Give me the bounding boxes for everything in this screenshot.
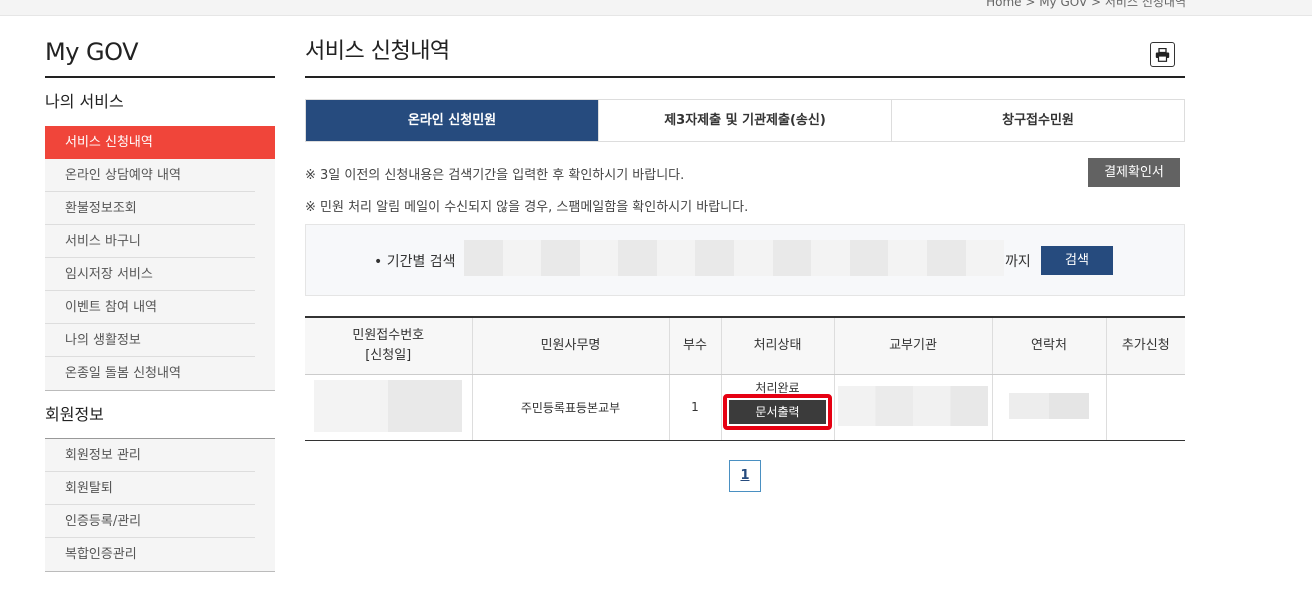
cell-copies: 1 [669,374,722,441]
col-copies: 부수 [669,317,722,375]
page-title: 서비스 신청내역 [305,39,450,64]
search-button[interactable]: 검색 [1041,246,1113,275]
sidebar-item-service-history[interactable]: 서비스 신청내역 [45,126,275,159]
breadcrumb: Home > My GOV > 서비스 신청내역 [986,0,1186,9]
printer-icon [1155,47,1170,62]
period-search-label: • 기간별 검색 [374,254,456,270]
sidebar-menu-member: 회원정보 관리 회원탈퇴 인증등록/관리 복합인증관리 [45,439,275,572]
sidebar-section-my-services: 나의 서비스 [45,92,124,111]
sidebar-item-multi-auth[interactable]: 복합인증관리 [45,538,255,571]
status-text: 처리완료 [755,380,800,395]
highlight-box: 문서출력 [723,393,832,430]
table-row: 주민등록표등본교부 1 처리완료 문서출력 [305,374,1185,441]
pagination-page-1[interactable]: 1 [729,460,761,492]
page-header: 서비스 신청내역 [305,34,1185,78]
col-service-name: 민원사무명 [472,317,670,375]
sidebar-item-allday-care[interactable]: 온종일 돌봄 신청내역 [45,357,255,390]
sidebar: My GOV 나의 서비스 서비스 신청내역 온라인 상담예약 내역 환불정보조… [45,34,275,572]
sidebar-title: My GOV [45,34,275,78]
cell-service-name: 주민등록표등본교부 [472,374,670,441]
col-status: 처리상태 [721,317,835,375]
sidebar-section-member-info: 회원정보 [45,391,275,439]
col-issuing-agency: 교부기관 [834,317,993,375]
sidebar-item-refund-info[interactable]: 환불정보조회 [45,192,255,225]
period-search-box: • 기간별 검색 까지 검색 [305,224,1185,296]
cell-contact-redacted [992,374,1107,441]
payment-confirmation-button[interactable]: 결제확인서 [1088,158,1180,187]
print-document-button[interactable]: 문서출력 [729,399,826,424]
col-contact: 연락처 [992,317,1107,375]
sidebar-item-temp-saved[interactable]: 임시저장 서비스 [45,258,255,291]
notice-search-period: ※ 3일 이전의 신청내용은 검색기간을 입력한 후 확인하시기 바랍니다. [305,168,685,183]
sidebar-item-withdraw[interactable]: 회원탈퇴 [45,472,255,505]
tab-online-application[interactable]: 온라인 신청민원 [306,100,598,141]
notice-spam-mail: ※ 민원 처리 알림 메일이 수신되지 않을 경우, 스팸메일함을 확인하시기 … [305,200,749,215]
date-range-inputs-redacted[interactable] [464,240,1005,276]
sidebar-item-event-history[interactable]: 이벤트 참여 내역 [45,291,255,324]
tab-bar: 온라인 신청민원 제3자제출 및 기관제출(송신) 창구접수민원 [305,99,1185,142]
cell-receipt-number-redacted [305,374,473,441]
sidebar-item-consult-reservation[interactable]: 온라인 상담예약 내역 [45,159,255,192]
col-receipt-number: 민원접수번호 [신청일] [305,317,473,375]
main-content: 서비스 신청내역 온라인 신청민원 제3자제출 및 기관제출(송신) 창구접수민… [305,34,1185,492]
cell-status: 처리완료 문서출력 [721,374,835,441]
top-utility-bar: Home > My GOV > 서비스 신청내역 [0,0,1312,16]
sidebar-item-life-info[interactable]: 나의 생활정보 [45,324,255,357]
cell-additional-request [1106,374,1185,441]
until-label: 까지 [1005,254,1031,270]
tab-third-party-submission[interactable]: 제3자제출 및 기관제출(송신) [598,100,891,141]
sidebar-item-cert-manage[interactable]: 인증등록/관리 [45,505,255,538]
print-button[interactable] [1150,42,1175,67]
sidebar-menu-services: 서비스 신청내역 온라인 상담예약 내역 환불정보조회 서비스 바구니 임시저장… [45,126,275,391]
sidebar-item-member-manage[interactable]: 회원정보 관리 [45,439,255,472]
col-additional-request: 추가신청 [1106,317,1185,375]
sidebar-item-service-basket[interactable]: 서비스 바구니 [45,225,255,258]
application-table: 민원접수번호 [신청일] 민원사무명 부수 처리상태 교부기관 연락처 추가신청… [305,316,1185,441]
cell-issuing-agency-redacted [834,374,993,441]
tab-counter-application[interactable]: 창구접수민원 [891,100,1184,141]
